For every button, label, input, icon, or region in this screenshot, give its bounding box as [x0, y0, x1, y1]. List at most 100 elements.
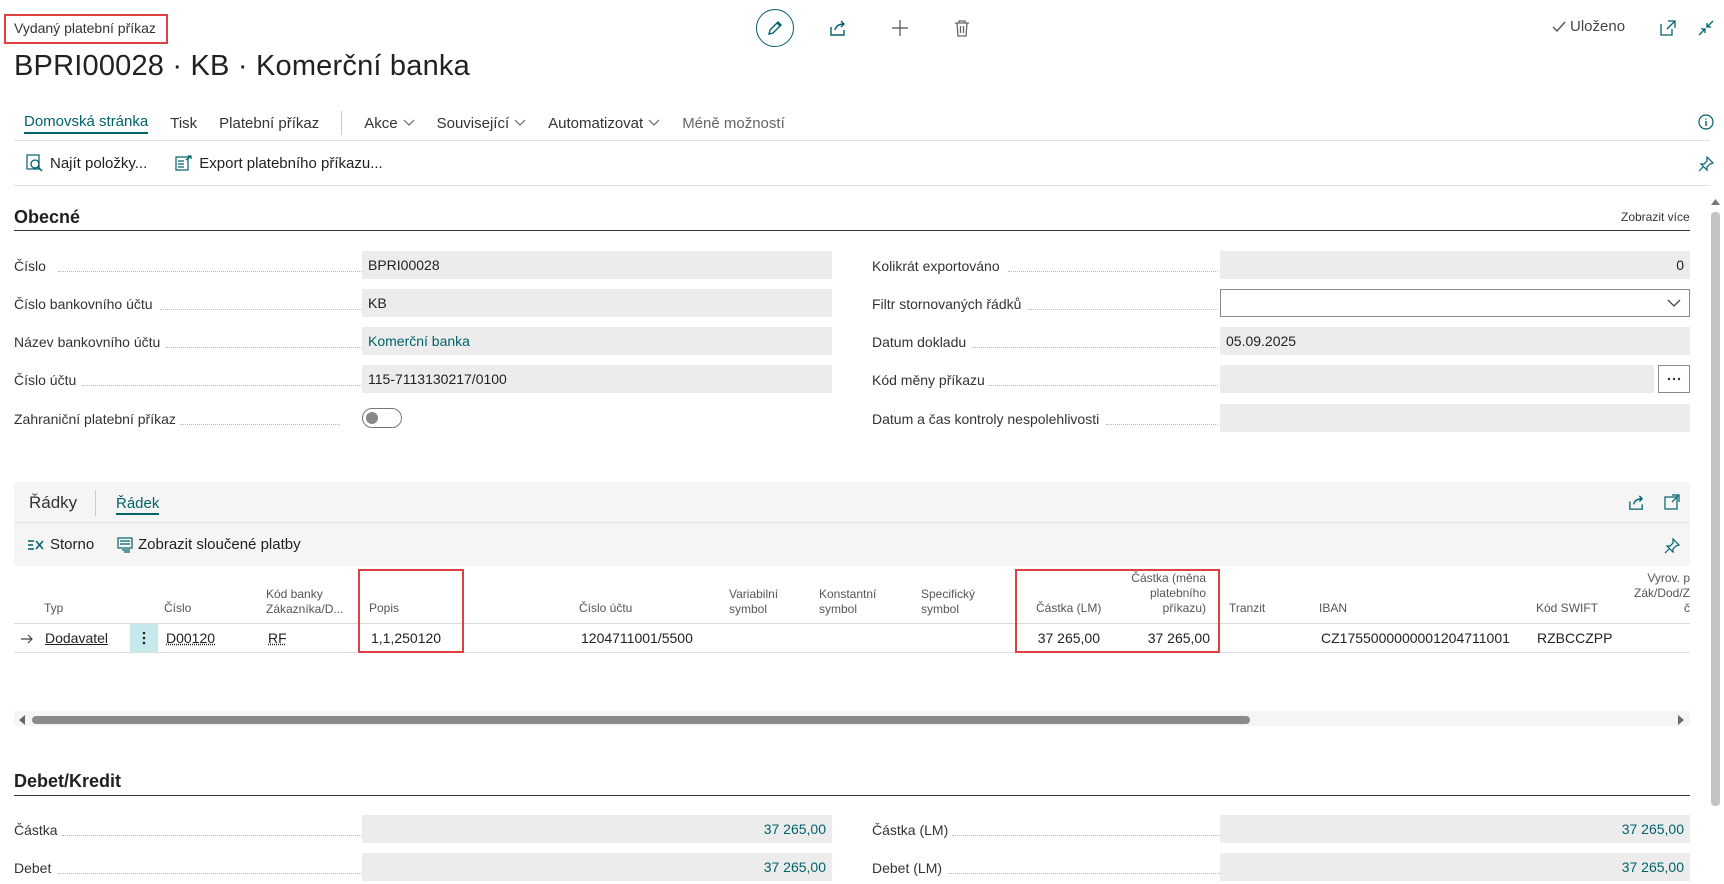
col-header-transit[interactable]: Tranzit [1229, 601, 1265, 616]
fewer-options-button[interactable]: Méně možností [682, 115, 785, 132]
field-debit[interactable]: 37 265,00 [362, 853, 832, 881]
toggle-knob [366, 412, 378, 424]
col-header-specific-symbol[interactable]: Specifický symbol [921, 587, 975, 617]
field-account-no[interactable]: 115-7113130217/0100 [362, 365, 832, 393]
field-label-account-no: Číslo účtu [14, 372, 77, 388]
collapse-icon [1698, 20, 1714, 36]
menu-actions-label: Akce [364, 114, 398, 132]
cell-account-no[interactable]: 1204711001/5500 [581, 630, 693, 646]
scroll-right-icon[interactable] [1677, 715, 1685, 725]
field-amount[interactable]: 37 265,00 [362, 815, 832, 843]
leader-dots [988, 384, 1218, 386]
field-order-currency-code[interactable] [1220, 365, 1654, 393]
open-new-window-icon [1660, 20, 1676, 36]
page-scrollbar-thumb[interactable] [1711, 212, 1720, 806]
cancel-lines-icon [28, 539, 44, 550]
horizontal-scrollbar-thumb[interactable] [32, 716, 1250, 724]
find-entries-button[interactable]: Najít položky... [26, 154, 147, 172]
menu-automate[interactable]: Automatizovat [548, 115, 660, 132]
col-header-constant-symbol[interactable]: Konstantní symbol [819, 587, 876, 617]
sub-action-bar: Najít položky... Export platebního příka… [26, 154, 383, 172]
storno-button[interactable]: Storno [27, 536, 94, 553]
section-underline [14, 230, 1690, 231]
open-new-window-button[interactable] [1656, 16, 1680, 40]
col-header-settlement-line3: č [1684, 601, 1690, 615]
lines-share-button[interactable] [1624, 490, 1648, 514]
field-label-amount: Částka [14, 822, 58, 838]
col-header-iban[interactable]: IBAN [1319, 601, 1347, 616]
tab-line[interactable]: Řádek [116, 495, 160, 515]
field-bank-account-name[interactable]: Komerční banka [362, 327, 832, 355]
field-label-order-currency-code: Kód měny příkazu [872, 372, 985, 388]
new-button[interactable] [888, 16, 912, 40]
cell-bank-code[interactable]: RF [268, 630, 287, 646]
collapse-button[interactable] [1694, 16, 1718, 40]
leader-dots [1028, 308, 1218, 310]
menu-actions[interactable]: Akce [364, 114, 415, 132]
col-header-account-no[interactable]: Číslo účtu [579, 601, 632, 616]
show-merged-payments-button[interactable]: Zobrazit sloučené platby [117, 536, 301, 553]
col-header-type[interactable]: Typ [44, 601, 63, 616]
field-debit-lcy[interactable]: 37 265,00 [1220, 853, 1690, 881]
menu-related-label: Související [436, 114, 510, 132]
field-label-document-date: Datum dokladu [872, 334, 967, 350]
scroll-left-icon[interactable] [18, 715, 26, 725]
info-button[interactable] [1694, 110, 1718, 134]
canceled-lines-filter-select[interactable] [1220, 289, 1690, 317]
edit-button[interactable] [756, 9, 794, 47]
leader-dots [82, 384, 380, 386]
cell-swift[interactable]: RZBCCZPP [1537, 630, 1612, 646]
personalize-button[interactable] [1694, 152, 1718, 176]
expand-icon [1664, 494, 1680, 510]
field-bank-account-no[interactable]: KB [362, 289, 832, 317]
saved-label: Uloženo [1570, 18, 1626, 35]
ellipsis-icon [1667, 377, 1681, 381]
cell-iban[interactable]: CZ1755000000001204711001 [1321, 630, 1510, 646]
export-button[interactable]: Export platebního příkazu... [175, 154, 383, 172]
chevron-down-icon [403, 119, 415, 126]
tab-print[interactable]: Tisk [170, 115, 197, 132]
find-entries-label: Najít položky... [50, 154, 148, 172]
menu-related[interactable]: Související [437, 115, 527, 132]
lines-tab-separator [95, 490, 96, 516]
col-header-bank-code[interactable]: Kód banky Zákazníka/D... [266, 587, 343, 617]
trash-icon [955, 20, 969, 37]
share-button[interactable] [826, 16, 850, 40]
highlight-caption [4, 14, 168, 44]
col-header-variable-symbol[interactable]: Variabilní symbol [729, 587, 778, 617]
lines-personalize-button[interactable] [1660, 534, 1684, 558]
lookup-button[interactable] [1658, 365, 1690, 393]
col-header-variable-line2: symbol [729, 602, 768, 616]
col-header-number[interactable]: Číslo [164, 601, 191, 616]
cell-number[interactable]: D00120 [166, 630, 215, 646]
col-header-variable-line1: Variabilní [729, 587, 779, 601]
show-more-link[interactable]: Zobrazit více [1621, 210, 1690, 224]
row-actions-button[interactable] [130, 624, 158, 652]
delete-button[interactable] [950, 16, 974, 40]
field-label-number: Číslo [14, 258, 46, 274]
field-label-bank-account-name: Název bankovního účtu [14, 334, 161, 350]
field-times-exported[interactable]: 0 [1220, 251, 1690, 279]
cell-type[interactable]: Dodavatel [45, 630, 108, 646]
section-title-debit-credit: Debet/Kredit [14, 771, 122, 791]
show-merged-payments-label: Zobrazit sloučené platby [138, 536, 301, 553]
row-divider [14, 652, 1690, 653]
field-label-unreliability-check: Datum a čas kontroly nespolehlivosti [872, 411, 1100, 427]
foreign-payment-order-toggle[interactable] [362, 408, 402, 428]
page-scrollbar[interactable] [1711, 198, 1720, 884]
field-unreliability-check[interactable] [1220, 404, 1690, 432]
tab-home[interactable]: Domovská stránka [24, 113, 149, 134]
leader-dots [972, 346, 1218, 348]
col-header-settlement[interactable]: Vyrov. p Zák/Dod/Z č [1610, 571, 1690, 616]
plus-icon [892, 20, 908, 36]
lines-expand-button[interactable] [1660, 490, 1684, 514]
tab-payment-order[interactable]: Platební příkaz [219, 115, 319, 132]
field-document-date[interactable]: 05.09.2025 [1220, 327, 1690, 355]
saved-status: Uloženo [1552, 18, 1625, 35]
pin-icon [1664, 538, 1680, 554]
lines-tab-title[interactable]: Řádky [29, 493, 77, 513]
field-number[interactable]: BPRI00028 [362, 251, 832, 279]
field-amount-lcy[interactable]: 37 265,00 [1220, 815, 1690, 843]
col-header-swift[interactable]: Kód SWIFT [1536, 601, 1598, 616]
page-title: BPRI00028 · KB · Komerční banka [14, 50, 470, 82]
